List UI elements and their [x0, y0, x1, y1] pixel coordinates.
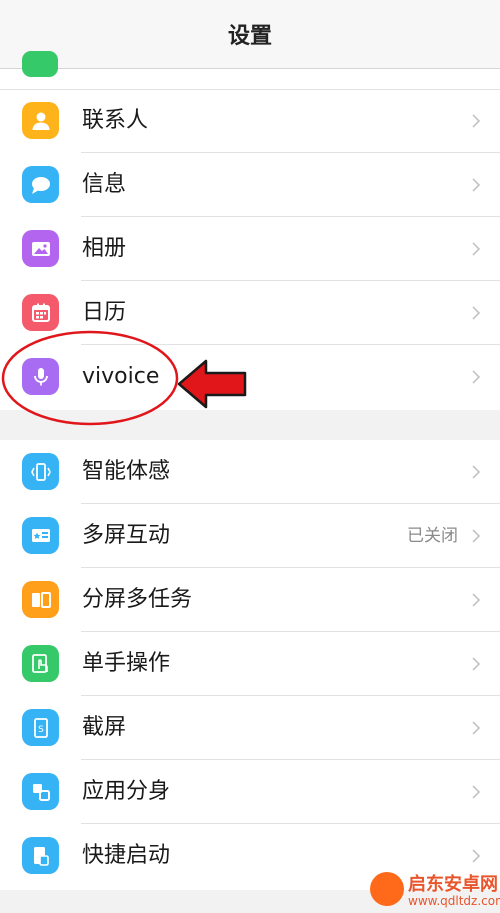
- chevron-right-icon: [472, 657, 481, 671]
- chevron-right-icon: [472, 370, 481, 384]
- settings-item-one-hand[interactable]: 单手操作: [0, 632, 500, 696]
- photo-album-icon: [22, 230, 59, 267]
- settings-item-split-screen[interactable]: 分屏多任务: [0, 568, 500, 632]
- settings-item-label: 截屏: [82, 715, 127, 740]
- watermark-logo-icon: [370, 872, 404, 906]
- svg-text:S: S: [38, 725, 44, 735]
- chevron-right-icon: [472, 721, 481, 735]
- chevron-right-icon: [472, 465, 481, 479]
- page-title: 设置: [227, 24, 272, 49]
- settings-item-multi-screen[interactable]: 多屏互动 已关闭: [0, 504, 500, 568]
- settings-group-features: 智能体感 多屏互动 已关闭 分屏多任务 单手操作 S 截屏 应用分身 快捷启动: [0, 440, 500, 890]
- smart-motion-icon: [22, 453, 59, 490]
- settings-item-album[interactable]: 相册: [0, 217, 500, 281]
- chevron-right-icon: [472, 529, 481, 543]
- chevron-right-icon: [472, 849, 481, 863]
- multi-screen-icon: [22, 517, 59, 554]
- settings-item-label: 分屏多任务: [82, 587, 193, 612]
- message-bubble-icon: [22, 166, 59, 203]
- settings-item-label: 单手操作: [82, 651, 171, 676]
- watermark-url: www.qdltdz.com: [408, 894, 500, 908]
- settings-item-screenshot[interactable]: S 截屏: [0, 696, 500, 760]
- partial-list-item[interactable]: [0, 51, 500, 90]
- watermark-title: 启东安卓网: [408, 874, 498, 895]
- one-hand-icon: [22, 645, 59, 682]
- chevron-right-icon: [472, 785, 481, 799]
- calendar-icon: [22, 294, 59, 331]
- chevron-right-icon: [472, 114, 481, 128]
- settings-item-smart-motion[interactable]: 智能体感: [0, 440, 500, 504]
- settings-item-label: 联系人: [82, 108, 149, 133]
- chevron-right-icon: [472, 593, 481, 607]
- annotation-arrow-icon: [177, 359, 247, 409]
- settings-item-app-clone[interactable]: 应用分身: [0, 760, 500, 824]
- contact-person-icon: [22, 102, 59, 139]
- watermark: 启东安卓网 www.qdltdz.com: [368, 868, 500, 913]
- chevron-right-icon: [472, 242, 481, 256]
- settings-item-label: 相册: [82, 236, 127, 261]
- screenshot-icon: S: [22, 709, 59, 746]
- settings-item-label: 智能体感: [82, 459, 171, 484]
- partial-app-icon: [22, 51, 58, 77]
- settings-item-label: 应用分身: [82, 779, 171, 804]
- status-text: 已关闭: [407, 526, 458, 546]
- annotation-circle: [1, 330, 179, 426]
- quick-launch-icon: [22, 837, 59, 874]
- settings-item-contacts[interactable]: 联系人: [0, 89, 500, 153]
- settings-item-messages[interactable]: 信息: [0, 153, 500, 217]
- app-clone-icon: [22, 773, 59, 810]
- settings-item-label: 信息: [82, 172, 127, 197]
- settings-item-label: 快捷启动: [82, 843, 171, 868]
- chevron-right-icon: [472, 306, 481, 320]
- top-bar: 设置: [0, 0, 500, 69]
- chevron-right-icon: [472, 178, 481, 192]
- split-screen-icon: [22, 581, 59, 618]
- settings-item-label: 多屏互动: [82, 523, 171, 548]
